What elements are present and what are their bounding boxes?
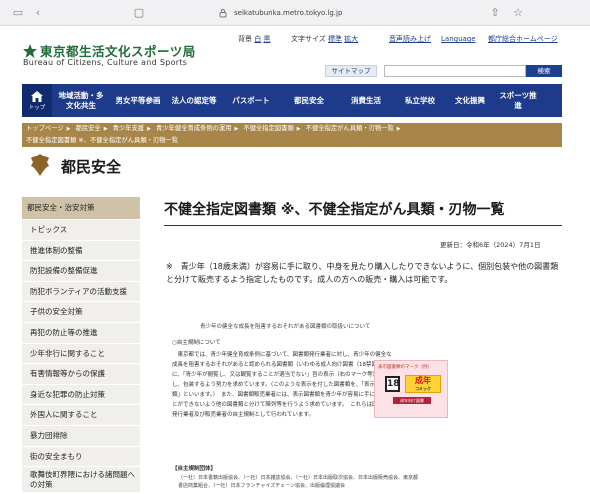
sidebar-item-recidivism[interactable]: 再犯の防止等の推進: [22, 321, 140, 343]
language-wrap: Language: [441, 34, 476, 44]
sidebar-item-crime-prevention[interactable]: 身近な犯罪の防止対策: [22, 383, 140, 405]
nav-item-culture[interactable]: 文化振興: [446, 96, 494, 106]
bg-white-link[interactable]: 白: [254, 35, 261, 43]
font-size-large-link[interactable]: 拡大: [344, 35, 358, 43]
font-size-label: 文字サイズ: [291, 35, 326, 43]
sidebar-item-kabukicho[interactable]: 歌舞伎町界隈における諸問題への対策: [22, 466, 140, 493]
site-logo-en: Bureau of Citizens, Culture and Sports: [23, 58, 188, 67]
notice-text: ※ 青少年（18歳未満）が容易に手に取り、中身を見たり購入したりできないように、…: [166, 262, 559, 284]
breadcrumb-item[interactable]: 青少年健全育成条例の運用: [156, 123, 232, 135]
mark-adult-subtext: コミック: [415, 386, 431, 391]
nav-item-citizen-safety[interactable]: 都民安全: [280, 96, 338, 106]
mark-ribbon: 成年向け図書: [393, 397, 431, 404]
sidebar: 都民安全・治安対策 トピックス 推進体制の整備 防犯設備の整備促進 防犯ボランテ…: [22, 197, 140, 493]
sidebar-item-harmful-info[interactable]: 有害情報等からの保護: [22, 363, 140, 384]
sidebar-item-security-equipment[interactable]: 防犯設備の整備促進: [22, 260, 140, 281]
doc-heading: 青少年の健全な成長を阻害するおそれがある図書類の取扱いについて: [200, 324, 371, 330]
nav-item-gender-equality[interactable]: 男女平等参画: [110, 96, 166, 106]
language-link[interactable]: Language: [441, 35, 476, 43]
browser-toolbar: ▭ ‹ seikatubunka.metro.tokyo.lg.jp ▢ ⇧ ☆: [0, 0, 590, 26]
page-title: 不健全指定図書類 ※、不健全指定がん具類・刃物一覧: [164, 202, 505, 218]
mark-adult-text: 成年: [415, 376, 431, 385]
nav-item-sports[interactable]: スポーツ推進: [494, 91, 542, 111]
search-input[interactable]: [384, 65, 526, 77]
breadcrumb-separator-icon: ▶: [147, 126, 151, 132]
sidebar-item-gang-exclusion[interactable]: 暴力団排除: [22, 424, 140, 446]
breadcrumb-item[interactable]: 不健全指定がん具類・刃物一覧: [306, 123, 394, 135]
nav-item-private-school[interactable]: 私立学校: [394, 96, 446, 106]
sidebar-item-foreigners[interactable]: 外国人に関すること: [22, 404, 140, 425]
breadcrumb-separator-icon: ▶: [66, 126, 71, 132]
font-size-standard-link[interactable]: 標準: [328, 35, 342, 43]
sidebar-item-system[interactable]: 推進体制の整備: [22, 239, 140, 261]
lock-icon: [219, 9, 227, 18]
title-divider: [164, 225, 562, 226]
url-text: seikatubunka.metro.tokyo.lg.jp: [234, 9, 343, 17]
breadcrumb-separator-icon: ▶: [234, 126, 239, 132]
doc-section-title: ○自主規制について: [172, 340, 221, 346]
breadcrumb: トップページ ▶ 都民安全 ▶ 青少年支援 ▶ 青少年健全育成条例の運用 ▶ 不健全指定…: [22, 123, 562, 147]
breadcrumb-item[interactable]: 不健全指定図書類: [243, 123, 293, 135]
home-icon: [31, 90, 43, 102]
breadcrumb-current: 不健全指定図書類 ※、不健全指定がん具類・刃物一覧: [26, 137, 179, 144]
breadcrumb-separator-icon: ▶: [103, 126, 108, 132]
tokyo-logo-icon[interactable]: [22, 43, 38, 59]
doc-footer-heading: 【自主規制団体】: [172, 466, 217, 472]
nav-item-corporation[interactable]: 法人の認定等: [166, 96, 222, 106]
citizen-safety-icon: [31, 154, 49, 176]
sidebar-toggle-icon[interactable]: ▭: [10, 5, 26, 21]
mark-caption: 表示図書類のマーク（例）: [378, 365, 432, 370]
breadcrumb-item[interactable]: 都民安全: [76, 123, 101, 135]
tokyo-home-link[interactable]: 都庁総合ホームページ: [488, 35, 558, 43]
sitemap-button[interactable]: サイトマップ: [325, 65, 377, 77]
sidebar-item-volunteer[interactable]: 防犯ボランティアの活動支援: [22, 280, 140, 302]
bg-black-link[interactable]: 黒: [263, 35, 270, 43]
nav-home[interactable]: トップ: [22, 84, 52, 117]
read-aloud-link[interactable]: 音声読み上げ: [389, 35, 431, 43]
sidebar-item-juvenile[interactable]: 少年非行に関すること: [22, 342, 140, 364]
back-icon[interactable]: ‹: [30, 5, 46, 21]
mark-18-icon: 18: [385, 376, 400, 392]
sidebar-item-child-safety[interactable]: 子供の安全対策: [22, 301, 140, 322]
font-size-switch: 文字サイズ 標準 拡大: [291, 34, 358, 44]
breadcrumb-item[interactable]: トップページ: [26, 123, 64, 135]
background-switch: 背景 白 黒: [238, 34, 270, 44]
nav-item-community[interactable]: 地域活動・多文化共生: [52, 91, 110, 111]
tab-overview-icon[interactable]: ▢: [131, 5, 147, 21]
doc-body: 東京都では、青少年健全育成条例に基づいて、図書類発行業者に対し、青少年の健全な成…: [172, 352, 392, 418]
breadcrumb-separator-icon: ▶: [396, 126, 401, 132]
sidebar-item-topics[interactable]: トピックス: [22, 219, 140, 240]
mark-adult-icon: 成年 コミック: [405, 375, 441, 393]
background-label: 背景: [238, 35, 252, 43]
bookmark-star-icon[interactable]: ☆: [510, 5, 526, 21]
nav-item-consumer[interactable]: 消費生活: [338, 96, 394, 106]
address-bar[interactable]: seikatubunka.metro.tokyo.lg.jp: [218, 4, 408, 22]
share-icon[interactable]: ⇧: [487, 5, 503, 21]
display-mark-example: 表示図書類のマーク（例） 18 成年 コミック 成年向け図書: [374, 360, 448, 418]
read-aloud-wrap: 音声読み上げ: [389, 34, 433, 44]
category-title: 都民安全: [61, 158, 122, 176]
search-button[interactable]: 検索: [526, 65, 562, 77]
document-image: 青少年の健全な成長を阻害するおそれがある図書類の取扱いについて ○自主規制につい…: [164, 318, 562, 494]
updated-date: 更新日：令和6年（2024）7月1日: [440, 241, 541, 249]
nav-item-passport[interactable]: パスポート: [222, 96, 280, 106]
breadcrumb-separator-icon: ▶: [296, 126, 301, 132]
doc-footer-text: （一社）日本書籍出版協会、（一社）日本雑誌協会、（一社）日本出版取次協会、日本出…: [178, 475, 419, 489]
sidebar-item-town-safety[interactable]: 街の安全まもり: [22, 445, 140, 467]
global-nav: トップ 地域活動・多文化共生 男女平等参画 法人の認定等 パスポート 都民安全 …: [22, 84, 562, 117]
breadcrumb-item[interactable]: 青少年支援: [113, 123, 144, 135]
sidebar-heading[interactable]: 都民安全・治安対策: [22, 197, 140, 219]
tokyo-home-wrap: 都庁総合ホームページ: [488, 34, 560, 44]
nav-home-label: トップ: [28, 104, 46, 111]
